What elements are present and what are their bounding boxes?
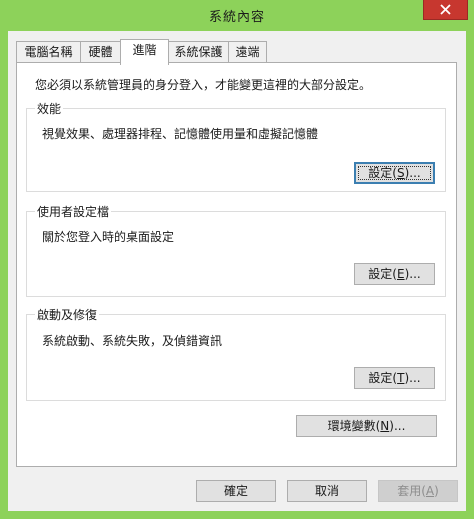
startup-recovery-settings-label-prefix: 設定( [368, 371, 398, 385]
user-profiles-settings-label-prefix: 設定( [368, 267, 397, 281]
performance-description: 視覺效果、處理器排程、記憶體使用量和虛擬記憶體 [42, 127, 319, 141]
apply-button[interactable]: 套用(A) [378, 480, 458, 502]
close-icon [440, 4, 451, 15]
tab-remote[interactable]: 遠端 [228, 41, 267, 63]
user-profiles-settings-button[interactable]: 設定(E)... [354, 263, 435, 285]
dialog-client-area: 電腦名稱 硬體 進階 系統保護 遠端 您必須以系統管理員的身分登入，才能變更這裡… [8, 31, 466, 511]
advanced-tab-panel: 您必須以系統管理員的身分登入，才能變更這裡的大部分設定。 效能 視覺效果、處理器… [16, 62, 457, 467]
window-title: 系統內容 [208, 10, 265, 25]
user-profiles-description: 關於您登入時的桌面設定 [42, 230, 175, 244]
tab-hardware[interactable]: 硬體 [80, 41, 121, 63]
env-vars-label-prefix: 環境變數( [327, 419, 381, 433]
user-profiles-settings-accel: E [396, 267, 405, 281]
title-bar[interactable]: 系統內容 [0, 0, 474, 31]
performance-settings-accel: S [396, 166, 405, 180]
apply-label-prefix: 套用( [397, 484, 426, 498]
performance-settings-label-prefix: 設定( [368, 166, 397, 180]
performance-settings-label-suffix: )... [404, 166, 421, 180]
user-profiles-group-title: 使用者設定檔 [35, 203, 112, 220]
startup-recovery-settings-label-suffix: )... [404, 371, 421, 385]
performance-settings-button[interactable]: 設定(S)... [354, 162, 435, 184]
admin-notice: 您必須以系統管理員的身分登入，才能變更這裡的大部分設定。 [35, 78, 372, 92]
startup-recovery-group: 啟動及修復 系統啟動、系統失敗，及偵錯資訊 設定(T)... [26, 306, 446, 401]
performance-group-title: 效能 [35, 100, 64, 117]
env-vars-accel: N [380, 419, 390, 433]
performance-group: 效能 視覺效果、處理器排程、記憶體使用量和虛擬記憶體 設定(S)... [26, 100, 446, 192]
system-properties-window: 系統內容 電腦名稱 硬體 進階 系統保護 遠端 您必須以系統管理員的身分登入，才… [0, 0, 474, 519]
tab-advanced[interactable]: 進階 [120, 39, 169, 65]
environment-variables-button[interactable]: 環境變數(N)... [296, 415, 437, 437]
ok-button[interactable]: 確定 [196, 480, 276, 502]
cancel-button[interactable]: 取消 [287, 480, 367, 502]
tab-system-protection[interactable]: 系統保護 [168, 41, 229, 63]
env-vars-label-suffix: )... [389, 419, 406, 433]
tab-computer-name[interactable]: 電腦名稱 [16, 41, 81, 63]
user-profiles-settings-label-suffix: )... [404, 267, 421, 281]
apply-label-suffix: ) [434, 484, 439, 498]
startup-recovery-settings-button[interactable]: 設定(T)... [354, 367, 435, 389]
startup-recovery-group-title: 啟動及修復 [35, 306, 100, 323]
startup-recovery-description: 系統啟動、系統失敗，及偵錯資訊 [42, 334, 223, 348]
apply-accel: A [425, 484, 435, 498]
user-profiles-group: 使用者設定檔 關於您登入時的桌面設定 設定(E)... [26, 203, 446, 297]
close-button[interactable] [423, 0, 468, 20]
